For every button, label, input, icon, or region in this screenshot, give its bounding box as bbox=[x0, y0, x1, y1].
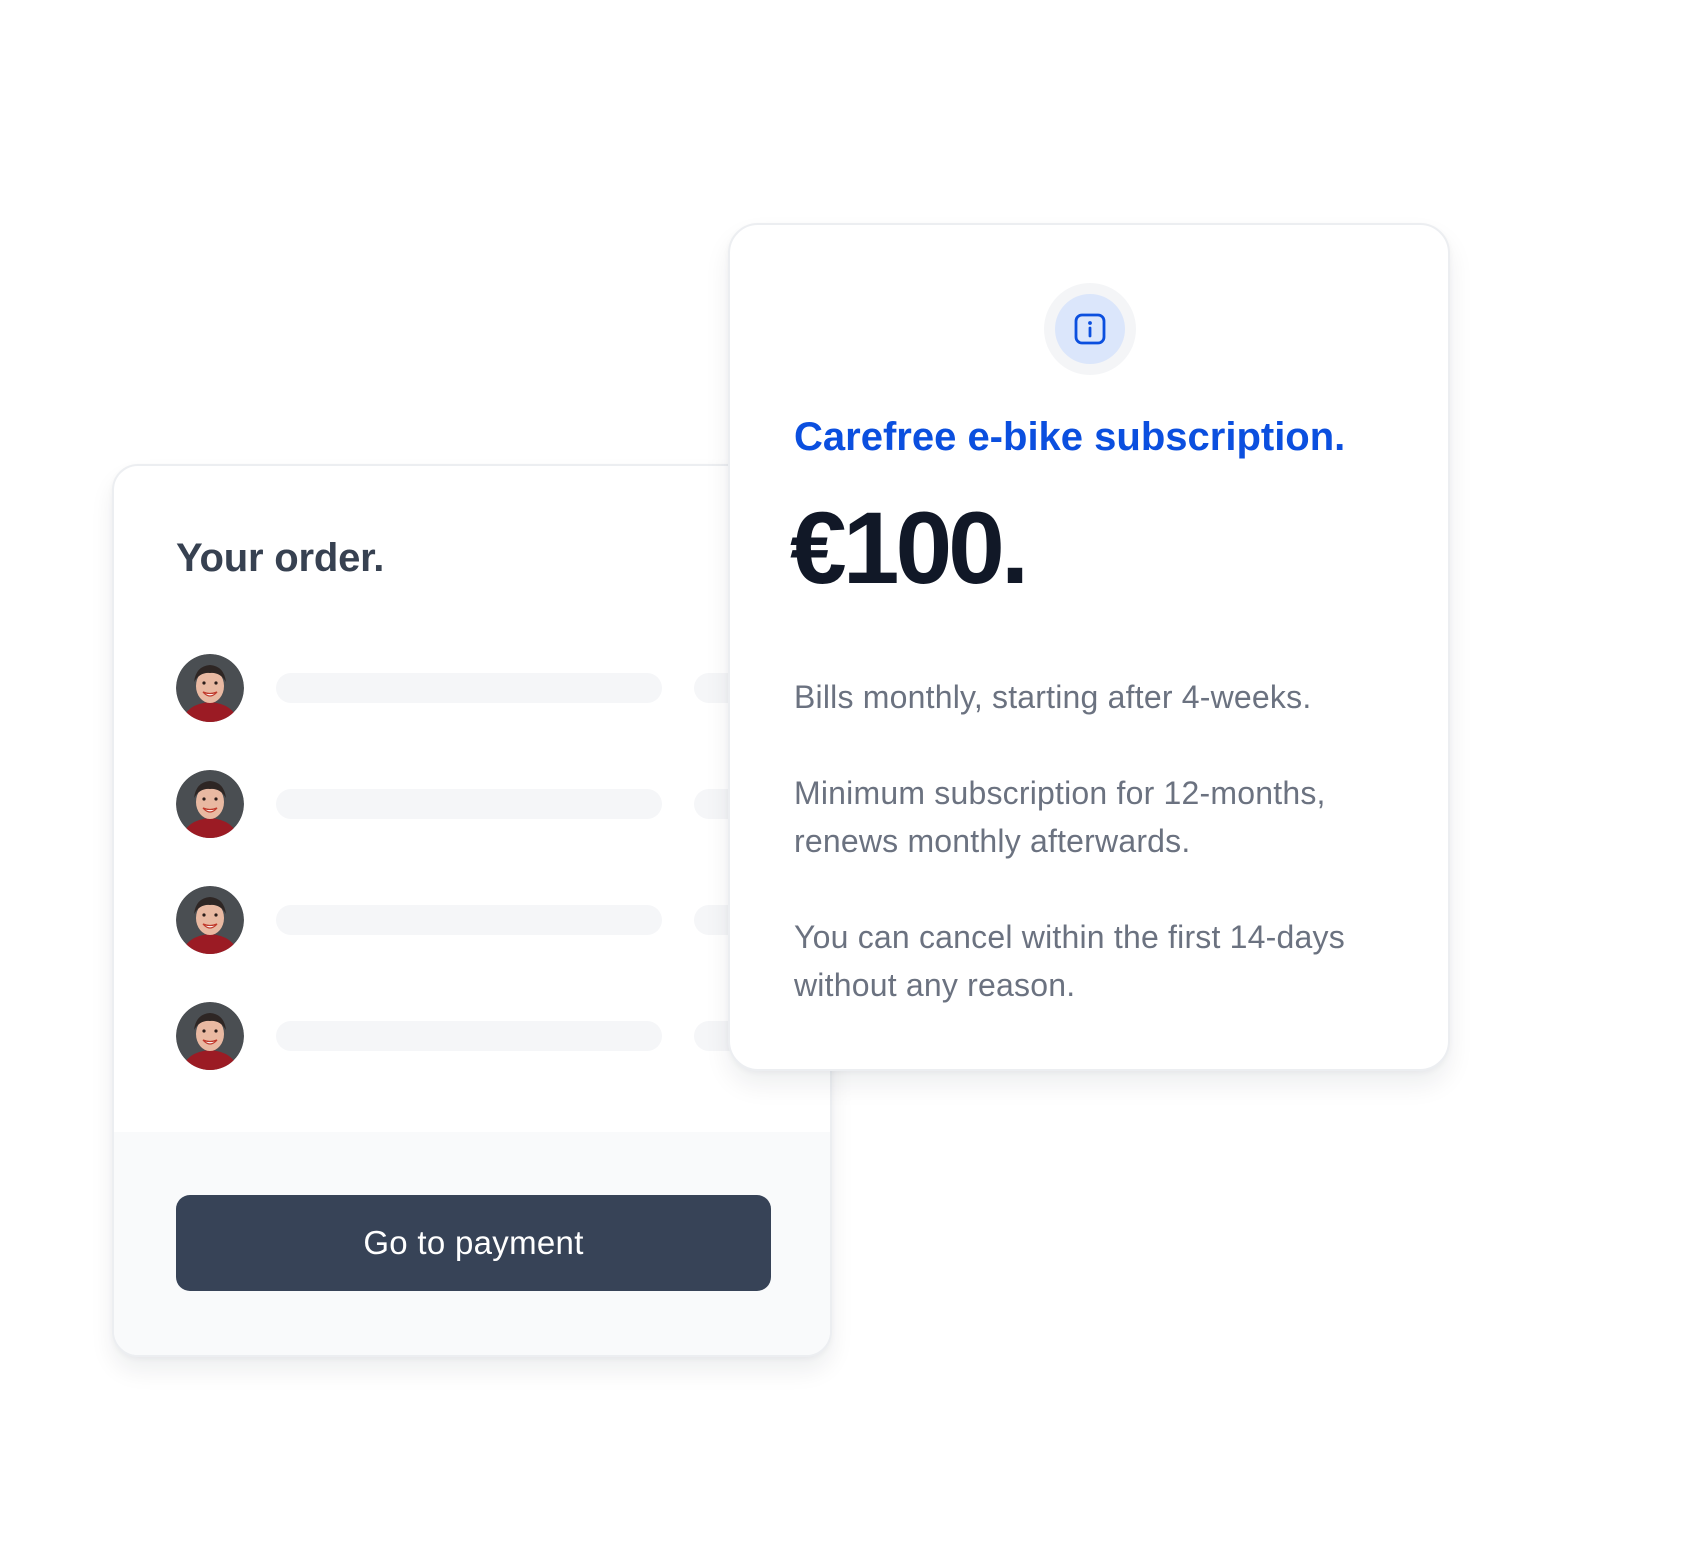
avatar bbox=[176, 770, 244, 838]
placeholder-line bbox=[276, 789, 662, 819]
order-card: Your order. Go to payment bbox=[112, 464, 832, 1357]
list-item bbox=[176, 886, 816, 1002]
go-to-payment-button[interactable]: Go to payment bbox=[176, 1195, 771, 1291]
order-footer: Go to payment bbox=[114, 1132, 830, 1355]
subscription-price: €100. bbox=[790, 491, 1029, 605]
billing-info: Bills monthly, starting after 4-weeks. bbox=[794, 679, 1312, 715]
subscription-card: Carefree e-bike subscription. €100. Bill… bbox=[728, 223, 1450, 1071]
avatar bbox=[176, 654, 244, 722]
avatar bbox=[176, 1002, 244, 1070]
placeholder-line bbox=[276, 905, 662, 935]
list-item bbox=[176, 770, 816, 886]
order-item-list bbox=[176, 654, 816, 1118]
info-badge bbox=[1044, 283, 1136, 375]
order-title: Your order. bbox=[176, 536, 385, 580]
placeholder-line bbox=[276, 1021, 662, 1051]
info-icon bbox=[1074, 313, 1106, 345]
placeholder-line bbox=[276, 673, 662, 703]
subscription-title: Carefree e-bike subscription. bbox=[794, 415, 1346, 459]
list-item bbox=[176, 1002, 816, 1118]
avatar bbox=[176, 886, 244, 954]
minimum-term-info: Minimum subscription for 12-months, rene… bbox=[794, 775, 1326, 859]
cancellation-info: You can cancel within the first 14-days … bbox=[794, 919, 1345, 1003]
list-item bbox=[176, 654, 816, 770]
